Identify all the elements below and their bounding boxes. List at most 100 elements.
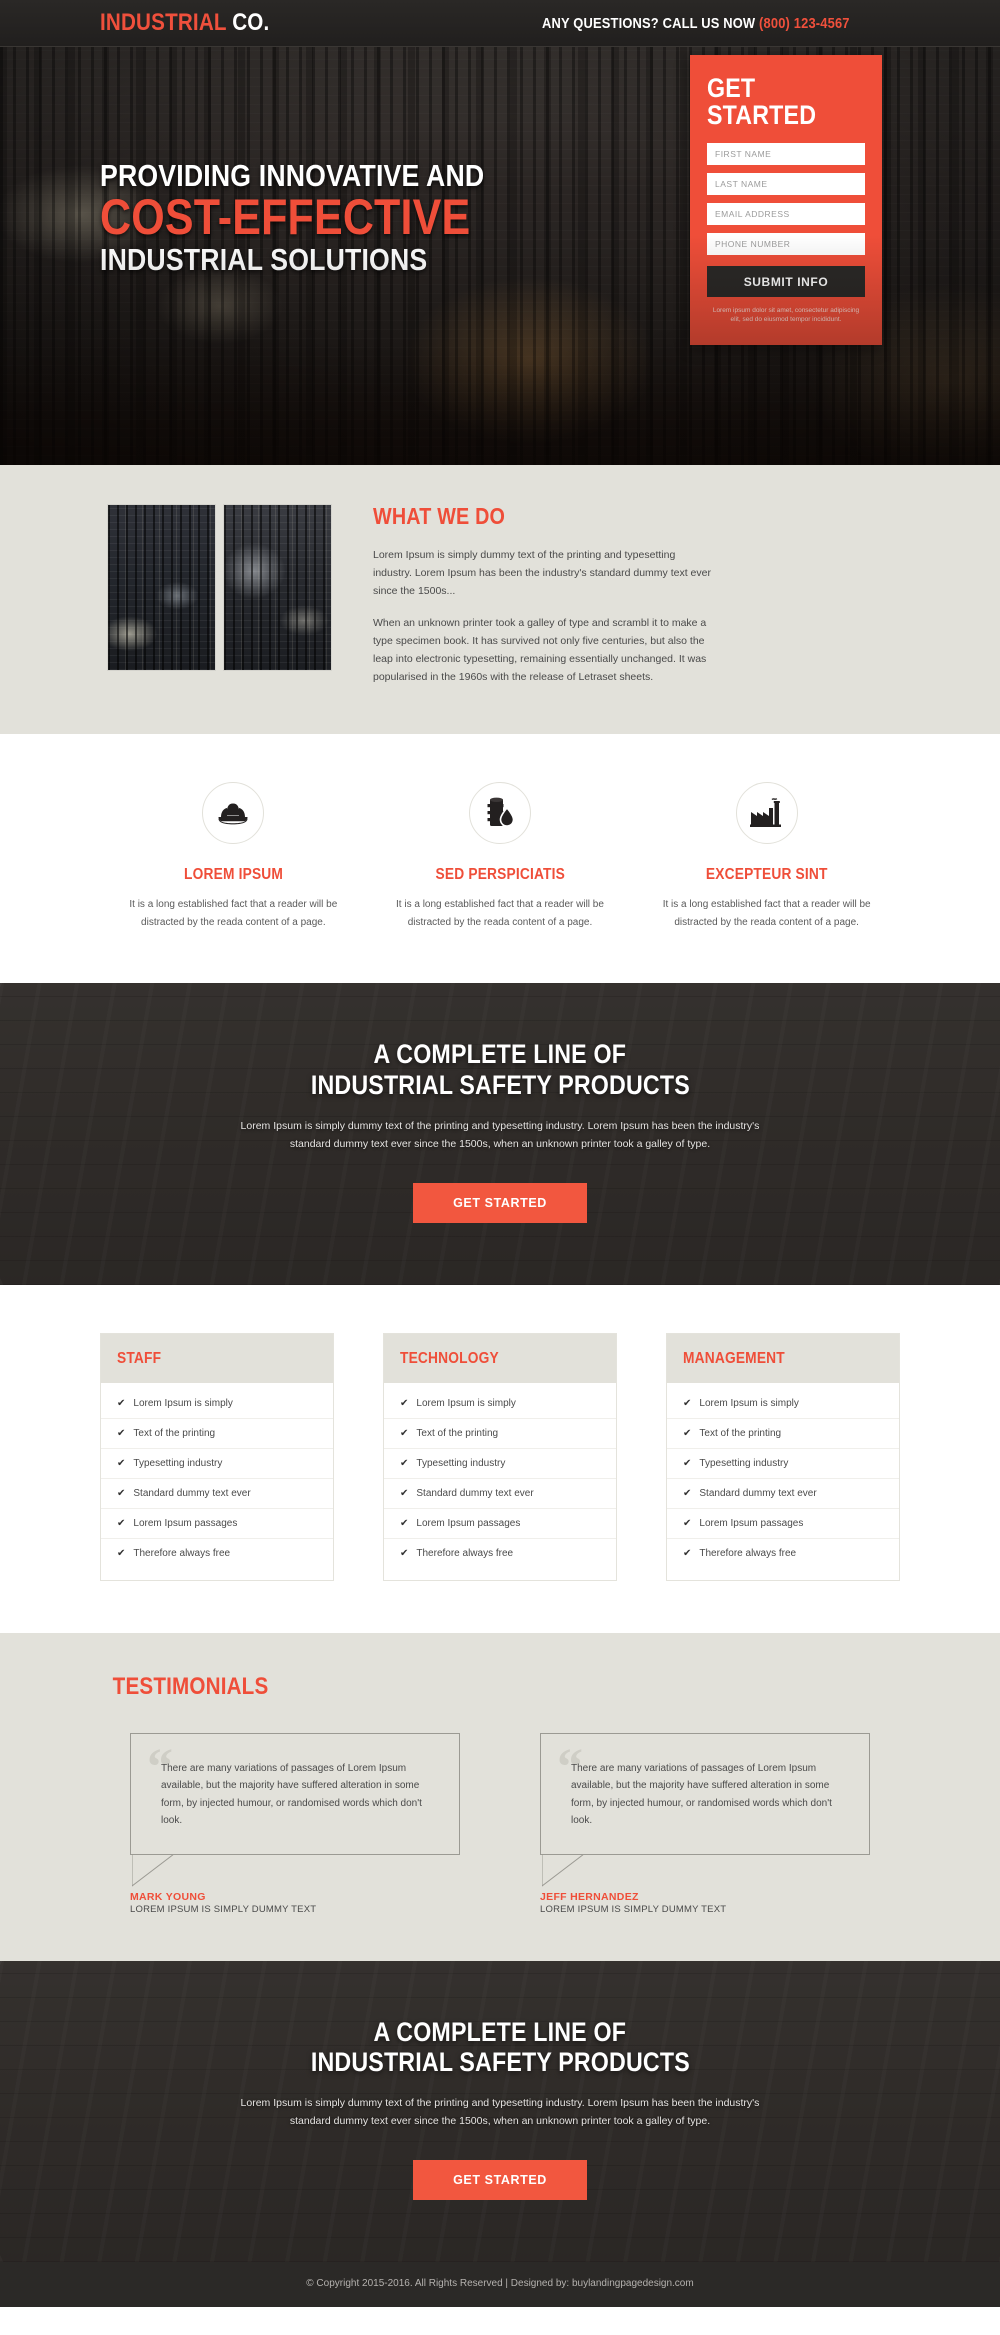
features-section: LOREM IPSUM It is a long established fac… [0, 734, 1000, 984]
list-item-label: Lorem Ipsum passages [133, 1517, 238, 1529]
card-technology: TECHNOLOGY ✔ Lorem Ipsum is simply ✔ Text … [383, 1332, 617, 1581]
check-icon: ✔ [683, 1457, 692, 1469]
card-management-header: MANAGEMENT [667, 1333, 899, 1383]
hero-headline-line-1: PROVIDING INNOVATIVE AND [100, 158, 485, 193]
list-item: ✔ Lorem Ipsum is simply [384, 1389, 616, 1419]
list-item-label: Typesetting industry [133, 1457, 223, 1469]
what-we-do-inner: WHAT WE DO Lorem Ipsum is simply dummy t… [100, 505, 900, 686]
feature-icon-circle-2 [468, 782, 531, 845]
check-icon: ✔ [400, 1517, 409, 1529]
site-logo[interactable]: INDUSTRIAL CO. [100, 11, 269, 35]
testimonial-role-1: LOREM IPSUM IS SIMPLY DUMMY TEXT [130, 1903, 317, 1915]
check-icon: ✔ [683, 1397, 692, 1409]
list-item: ✔ Lorem Ipsum is simply [101, 1389, 333, 1419]
form-title: GET STARTED [707, 73, 817, 130]
check-icon: ✔ [117, 1457, 126, 1469]
check-icon: ✔ [400, 1547, 409, 1559]
testimonial-author-1: MARK YOUNG LOREM IPSUM IS SIMPLY DUMMY T… [130, 1891, 460, 1915]
list-item: ✔ Standard dummy text ever [667, 1479, 899, 1509]
testimonial-bubble-2: “ There are many variations of passages … [540, 1732, 870, 1855]
cta-top-title-line-1: A COMPLETE LINE OF [373, 1039, 627, 1070]
top-bar-inner: INDUSTRIAL CO. ANY QUESTIONS? CALL US NO… [100, 11, 900, 35]
check-icon: ✔ [117, 1397, 126, 1409]
list-item-label: Standard dummy text ever [416, 1487, 534, 1499]
card-technology-header: TECHNOLOGY [384, 1333, 616, 1383]
cta-top-text: Lorem Ipsum is simply dummy text of the … [240, 1119, 760, 1150]
list-item-label: Therefore always free [699, 1547, 797, 1559]
cta-top-get-started-button[interactable]: GET STARTED [413, 1182, 587, 1223]
list-item: ✔ Standard dummy text ever [101, 1479, 333, 1509]
list-item: ✔ Therefore always free [667, 1539, 899, 1568]
list-item-label: Typesetting industry [699, 1457, 789, 1469]
cta-bottom-title-line-1: A COMPLETE LINE OF [373, 2016, 627, 2047]
list-item-label: Lorem Ipsum passages [416, 1517, 521, 1529]
list-item-label: Therefore always free [133, 1547, 231, 1559]
list-item-label: Typesetting industry [416, 1457, 506, 1469]
list-item-label: Lorem Ipsum is simply [416, 1397, 516, 1409]
landing-page: INDUSTRIAL CO. ANY QUESTIONS? CALL US NO… [0, 0, 1000, 2308]
card-management-list: ✔ Lorem Ipsum is simply ✔ Text of the prin… [667, 1383, 899, 1580]
feature-item-2: SED PERSPICIATIS It is a long establishe… [367, 782, 634, 931]
cta-bottom-get-started-button[interactable]: GET STARTED [413, 2160, 587, 2201]
footer: © Copyright 2015-2016. All Rights Reserv… [0, 2262, 1000, 2308]
card-staff: STAFF ✔ Lorem Ipsum is simply ✔ Text of th… [100, 1332, 334, 1581]
check-icon: ✔ [117, 1487, 126, 1499]
card-staff-header: STAFF [101, 1333, 333, 1383]
card-staff-title: STAFF [117, 1349, 162, 1367]
what-we-do-paragraph-2: When an unknown printer took a galley of… [373, 617, 707, 684]
feature-text-3: It is a long established fact that a rea… [662, 899, 871, 928]
card-staff-list: ✔ Lorem Ipsum is simply ✔ Text of the prin… [101, 1383, 333, 1580]
last-name-input[interactable] [707, 173, 865, 195]
testimonials-row: “ There are many variations of passages … [100, 1732, 900, 1915]
testimonial-item-2: “ There are many variations of passages … [540, 1732, 870, 1915]
oil-barrel-drop-icon [487, 797, 515, 828]
what-we-do-paragraph-1: Lorem Ipsum is simply dummy text of the … [373, 549, 711, 598]
call-us-label: ANY QUESTIONS? CALL US NOW [542, 14, 760, 32]
list-item: ✔ Lorem Ipsum is simply [667, 1389, 899, 1419]
feature-title-2: SED PERSPICIATIS [435, 866, 565, 884]
testimonial-tail-1 [132, 1853, 192, 1889]
cta-bottom-title-line-2: INDUSTRIAL SAFETY PRODUCTS [310, 2047, 690, 2078]
feature-icon-circle-1 [202, 782, 265, 845]
list-item-label: Text of the printing [416, 1427, 499, 1439]
list-item-label: Lorem Ipsum is simply [699, 1397, 799, 1409]
check-icon: ✔ [117, 1517, 126, 1529]
check-icon: ✔ [117, 1547, 126, 1559]
check-icon: ✔ [400, 1397, 409, 1409]
cta-banner-top: A COMPLETE LINE OF INDUSTRIAL SAFETY PRO… [0, 983, 1000, 1285]
industrial-photo-2 [224, 505, 331, 670]
testimonial-name-2: JEFF HERNANDEZ [540, 1890, 639, 1903]
testimonial-quote-1: There are many variations of passages of… [161, 1762, 422, 1827]
check-icon: ✔ [400, 1427, 409, 1439]
list-item: ✔ Lorem Ipsum passages [384, 1509, 616, 1539]
testimonial-item-1: “ There are many variations of passages … [130, 1732, 460, 1915]
list-item-label: Text of the printing [133, 1427, 216, 1439]
check-icon: ✔ [683, 1427, 692, 1439]
check-icon: ✔ [683, 1547, 692, 1559]
cta-banner-bottom: A COMPLETE LINE OF INDUSTRIAL SAFETY PRO… [0, 1960, 1000, 2263]
testimonials-section: TESTIMONIALS “ There are many variations… [0, 1632, 1000, 1961]
features-inner: LOREM IPSUM It is a long established fac… [100, 782, 900, 931]
cards-section: STAFF ✔ Lorem Ipsum is simply ✔ Text of th… [0, 1284, 1000, 1633]
what-we-do-images [100, 505, 331, 686]
testimonial-bubble-1: “ There are many variations of passages … [130, 1732, 460, 1855]
call-us-text: ANY QUESTIONS? CALL US NOW (800) 123-456… [542, 16, 850, 31]
phone-number[interactable]: (800) 123-4567 [759, 15, 850, 32]
card-technology-title: TECHNOLOGY [400, 1349, 499, 1367]
list-item: ✔ Typesetting industry [667, 1449, 899, 1479]
top-bar: INDUSTRIAL CO. ANY QUESTIONS? CALL US NO… [0, 0, 1000, 47]
card-technology-list: ✔ Lorem Ipsum is simply ✔ Text of the prin… [384, 1383, 616, 1580]
check-icon: ✔ [683, 1487, 692, 1499]
list-item: ✔ Therefore always free [384, 1539, 616, 1568]
list-item-label: Standard dummy text ever [699, 1487, 817, 1499]
list-item: ✔ Standard dummy text ever [384, 1479, 616, 1509]
industrial-photo-1 [108, 505, 215, 670]
email-input[interactable] [707, 203, 865, 225]
card-management: MANAGEMENT ✔ Lorem Ipsum is simply ✔ Text … [666, 1332, 900, 1581]
first-name-input[interactable] [707, 143, 865, 165]
cards-inner: STAFF ✔ Lorem Ipsum is simply ✔ Text of th… [100, 1332, 900, 1581]
what-we-do-section: WHAT WE DO Lorem Ipsum is simply dummy t… [0, 465, 1000, 735]
testimonial-quote-2: There are many variations of passages of… [571, 1762, 832, 1827]
list-item-label: Lorem Ipsum is simply [133, 1397, 233, 1409]
list-item: ✔ Text of the printing [667, 1419, 899, 1449]
